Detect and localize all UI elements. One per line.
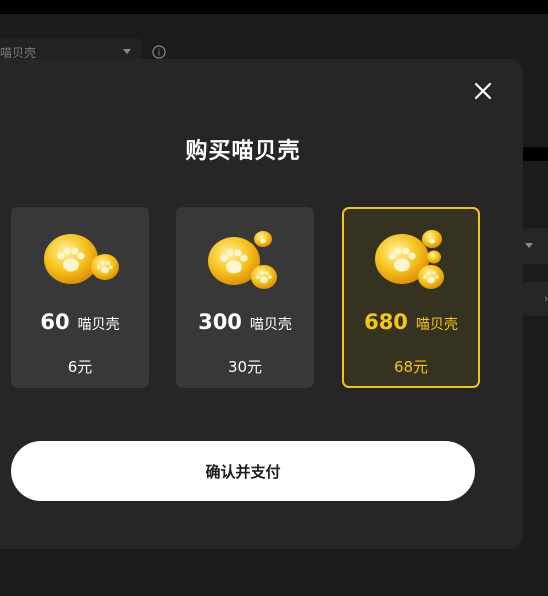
option-unit: 喵贝壳 <box>249 317 292 333</box>
background-input-right[interactable]: › <box>523 282 548 316</box>
background-select-right[interactable] <box>523 228 548 264</box>
option-unit: 喵贝壳 <box>77 317 120 333</box>
option-card-60[interactable]: 60 喵贝壳 6元 <box>11 207 149 388</box>
option-card-300[interactable]: 300 喵贝壳 30元 <box>176 207 314 388</box>
option-amount-row: 680 喵贝壳 <box>344 310 478 334</box>
background-header-strip <box>523 147 548 161</box>
option-price: 6元 <box>67 358 93 376</box>
option-card-680[interactable]: 680 喵贝壳 68元 <box>342 207 480 388</box>
option-price: 30元 <box>227 358 263 376</box>
chevron-down-icon <box>525 243 533 248</box>
option-amount: 300 <box>198 310 242 334</box>
background-input-glyph: › <box>544 292 548 305</box>
close-icon[interactable] <box>472 80 494 102</box>
option-amount: 680 <box>364 310 408 334</box>
info-glyph: i <box>158 49 161 59</box>
paw-shell-icon <box>375 230 444 289</box>
paw-shell-icon <box>44 234 119 284</box>
confirm-pay-button[interactable]: 确认并支付 <box>11 441 475 501</box>
option-price: 68元 <box>393 358 429 376</box>
option-amount-row: 300 喵贝壳 <box>176 310 314 334</box>
chevron-down-icon <box>123 49 131 54</box>
option-unit: 喵贝壳 <box>415 317 458 333</box>
modal-title: 购买喵贝壳 <box>185 139 301 164</box>
background-select-value: 喵贝壳 <box>0 45 37 60</box>
info-icon[interactable]: i <box>152 45 166 59</box>
option-amount: 60 <box>40 310 70 334</box>
option-amount-row: 60 喵贝壳 <box>11 310 149 334</box>
paw-shell-icon <box>208 231 277 289</box>
top-bar <box>0 0 548 14</box>
